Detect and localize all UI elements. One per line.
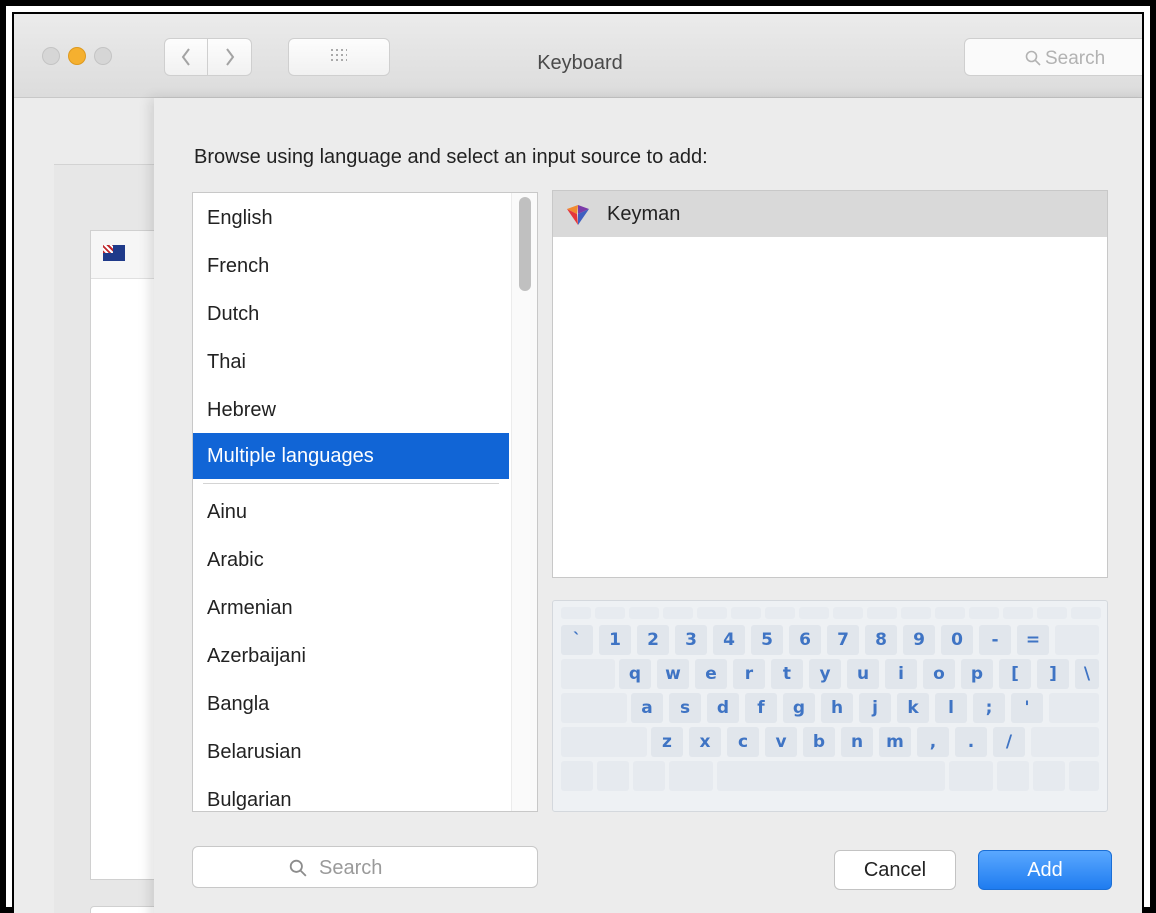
- key: 1: [599, 625, 631, 655]
- key: =: [1017, 625, 1049, 655]
- language-item[interactable]: English: [193, 195, 509, 241]
- language-item[interactable]: Azerbaijani: [193, 633, 509, 679]
- scrollbar-thumb[interactable]: [519, 197, 531, 291]
- search-icon: [1025, 50, 1041, 66]
- key-space: [717, 761, 945, 791]
- key: w: [657, 659, 689, 689]
- language-item[interactable]: French: [193, 243, 509, 289]
- cancel-button[interactable]: Cancel: [834, 850, 956, 890]
- add-button[interactable]: Add: [978, 850, 1112, 890]
- list-divider: [203, 483, 499, 484]
- key: 8: [865, 625, 897, 655]
- key: o: [923, 659, 955, 689]
- title-bar: Keyboard Search: [14, 14, 1142, 98]
- key: z: [651, 727, 683, 757]
- key: s: [669, 693, 701, 723]
- key-return: [1049, 693, 1099, 723]
- key: .: [955, 727, 987, 757]
- language-item[interactable]: Belarusian: [193, 729, 509, 775]
- key: y: [809, 659, 841, 689]
- language-item[interactable]: Arabic: [193, 537, 509, 583]
- key: 5: [751, 625, 783, 655]
- language-item[interactable]: Armenian: [193, 585, 509, 631]
- key: 7: [827, 625, 859, 655]
- key: p: [961, 659, 993, 689]
- key: 2: [637, 625, 669, 655]
- key: j: [859, 693, 891, 723]
- key: u: [847, 659, 879, 689]
- input-source-item-keyman[interactable]: Keyman: [553, 191, 1107, 237]
- window: Keyboard Search Browse using language an…: [12, 12, 1144, 913]
- key: h: [821, 693, 853, 723]
- language-item[interactable]: Thai: [193, 339, 509, 385]
- key-right-shift: [1031, 727, 1099, 757]
- key-left-shift: [561, 727, 647, 757]
- language-item[interactable]: Bangla: [193, 681, 509, 727]
- language-item[interactable]: Hebrew: [193, 387, 509, 433]
- key: q: [619, 659, 651, 689]
- key: 0: [941, 625, 973, 655]
- key: c: [727, 727, 759, 757]
- key: i: [885, 659, 917, 689]
- key: 6: [789, 625, 821, 655]
- key: t: [771, 659, 803, 689]
- key: r: [733, 659, 765, 689]
- keyboard-preview: ` 1 2 3 4 5 6 7 8 9 0 - = q w e r t y u …: [552, 600, 1108, 812]
- search-icon: [289, 859, 307, 877]
- language-list-scrollbar[interactable]: [511, 193, 537, 811]
- keyman-icon: [567, 205, 589, 225]
- key: \: [1075, 659, 1099, 689]
- key: n: [841, 727, 873, 757]
- key-tab: [561, 659, 615, 689]
- language-search-field[interactable]: Search: [192, 846, 538, 888]
- sheet-prompt: Browse using language and select an inpu…: [194, 146, 708, 168]
- search-placeholder: Search: [319, 857, 383, 879]
- language-item[interactable]: Bulgarian: [193, 777, 509, 811]
- key: v: [765, 727, 797, 757]
- key: [: [999, 659, 1031, 689]
- key: -: [979, 625, 1011, 655]
- key: m: [879, 727, 911, 757]
- input-source-label: Keyman: [607, 203, 681, 225]
- key: x: [689, 727, 721, 757]
- key: l: [935, 693, 967, 723]
- key: 4: [713, 625, 745, 655]
- language-item[interactable]: Ainu: [193, 489, 509, 535]
- key: ]: [1037, 659, 1069, 689]
- add-input-source-sheet: Browse using language and select an inpu…: [154, 98, 1142, 913]
- window-search-placeholder: Search: [1045, 48, 1106, 69]
- key: ': [1011, 693, 1043, 723]
- key: `: [561, 625, 593, 655]
- key: b: [803, 727, 835, 757]
- key: ,: [917, 727, 949, 757]
- window-search-field[interactable]: Search: [964, 38, 1142, 76]
- language-item[interactable]: Dutch: [193, 291, 509, 337]
- key: f: [745, 693, 777, 723]
- key-delete: [1055, 625, 1099, 655]
- key: ;: [973, 693, 1005, 723]
- language-list[interactable]: English French Dutch Thai Hebrew Multipl…: [192, 192, 538, 812]
- key-caps-lock: [561, 693, 627, 723]
- key: 9: [903, 625, 935, 655]
- language-item-selected[interactable]: Multiple languages: [193, 433, 509, 479]
- key: d: [707, 693, 739, 723]
- australia-flag-icon: [103, 245, 125, 261]
- key: g: [783, 693, 815, 723]
- key: /: [993, 727, 1025, 757]
- key: k: [897, 693, 929, 723]
- input-source-list[interactable]: Keyman: [552, 190, 1108, 578]
- key: e: [695, 659, 727, 689]
- key: 3: [675, 625, 707, 655]
- key: a: [631, 693, 663, 723]
